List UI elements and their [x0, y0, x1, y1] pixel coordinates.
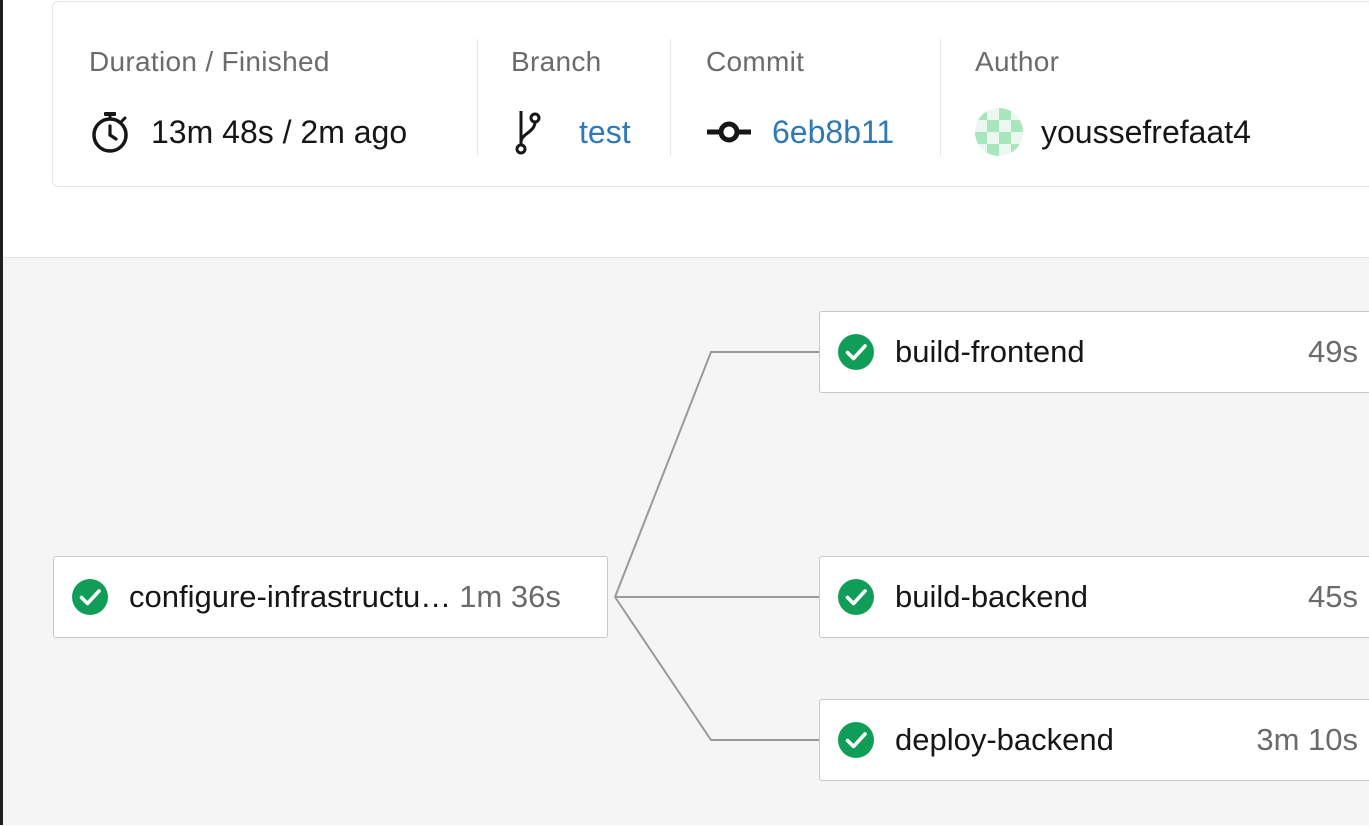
duration-value-row: 13m 48s / 2m ago: [89, 110, 407, 154]
job-name: build-backend: [895, 579, 1089, 614]
job-name: deploy-backend: [895, 722, 1114, 757]
duration-label: Duration / Finished: [89, 46, 330, 77]
success-check-icon: [72, 579, 108, 615]
job-duration: 3m 10s: [1256, 722, 1358, 757]
commit-value-row: 6eb8b11: [706, 110, 894, 154]
git-commit-icon: [706, 117, 752, 147]
commit-link[interactable]: 6eb8b11: [772, 114, 894, 151]
job-node-build-frontend[interactable]: build-frontend 49s: [819, 311, 1369, 393]
job-name: configure-infrastructu…: [129, 579, 452, 614]
divider: [670, 39, 671, 156]
job-node-build-backend[interactable]: build-backend 45s: [819, 556, 1369, 638]
divider: [940, 39, 941, 156]
stopwatch-icon: [89, 110, 131, 154]
success-check-icon: [838, 579, 874, 615]
job-duration: 1m 36s: [459, 579, 561, 614]
author-value-row: youssefrefaat4: [975, 108, 1251, 156]
workflow-graph: configure-infrastructu… 1m 36s build-fro…: [3, 257, 1369, 825]
job-duration: 45s: [1308, 579, 1358, 614]
branch-link[interactable]: test: [579, 114, 631, 151]
branch-label: Branch: [511, 46, 602, 77]
avatar[interactable]: [975, 108, 1023, 156]
job-node-configure-infrastructure[interactable]: configure-infrastructu… 1m 36s: [53, 556, 608, 638]
connector-to-deploy-backend: [614, 596, 819, 741]
success-check-icon: [838, 334, 874, 370]
job-node-deploy-backend[interactable]: deploy-backend 3m 10s: [819, 699, 1369, 781]
pipeline-summary-card: Duration / Finished 13m 48s / 2m ago Bra…: [52, 1, 1369, 187]
job-duration: 49s: [1308, 334, 1358, 369]
branch-value-row: test: [511, 108, 631, 156]
author-label: Author: [975, 46, 1060, 77]
connector-to-build-frontend: [614, 351, 819, 598]
git-branch-icon: [511, 108, 543, 156]
job-name: build-frontend: [895, 334, 1085, 369]
commit-label: Commit: [706, 46, 805, 77]
success-check-icon: [838, 722, 874, 758]
divider: [477, 39, 478, 156]
duration-value: 13m 48s / 2m ago: [151, 113, 408, 150]
author-name: youssefrefaat4: [1041, 113, 1251, 150]
